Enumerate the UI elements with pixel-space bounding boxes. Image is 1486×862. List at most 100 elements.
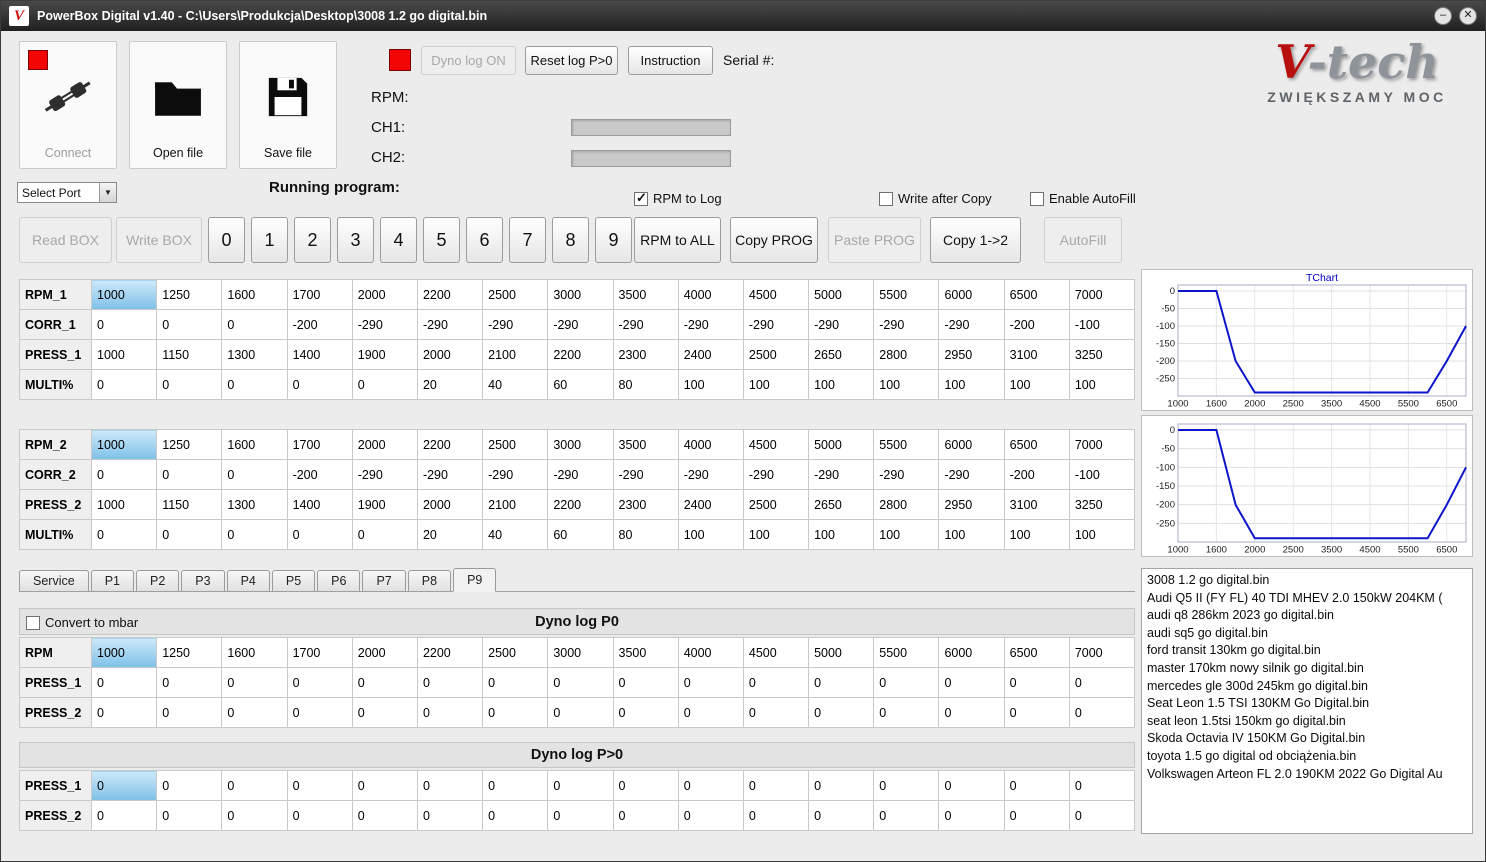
select-port-dropdown[interactable]: Select Port ▼	[17, 182, 117, 203]
grid-cell[interactable]: 100	[808, 519, 875, 550]
grid-cell[interactable]: 3500	[612, 429, 679, 460]
grid-cell[interactable]: 2500	[482, 279, 549, 310]
grid-cell[interactable]: 6500	[1003, 279, 1070, 310]
grid-cell[interactable]: 80	[612, 369, 679, 400]
file-list-item[interactable]: mercedes gle 300d 245km go digital.bin	[1147, 678, 1467, 696]
grid-cell[interactable]: 2200	[416, 637, 484, 668]
grid-cell[interactable]: 100	[873, 519, 940, 550]
write-after-copy-checkbox[interactable]: Write after Copy	[879, 191, 992, 206]
grid-cell[interactable]: -290	[873, 309, 940, 340]
save-file-button[interactable]: Save file	[239, 41, 337, 169]
grid-cell[interactable]: 0	[808, 697, 875, 728]
grid-cell[interactable]: 0	[938, 770, 1005, 801]
copy-prog-button[interactable]: Copy PROG	[730, 217, 818, 263]
grid-cell[interactable]: 100	[873, 369, 940, 400]
grid-cell[interactable]: -290	[351, 309, 418, 340]
tab-p5[interactable]: P5	[271, 570, 316, 591]
grid-cell[interactable]: 2200	[547, 489, 614, 520]
grid-cell[interactable]: 0	[742, 667, 810, 698]
grid-cell[interactable]: 2100	[482, 339, 549, 370]
file-list-item[interactable]: Audi Q5 II (FY FL) 40 TDI MHEV 2.0 150kW…	[1147, 590, 1467, 608]
grid-cell[interactable]: 5500	[873, 279, 940, 310]
grid-cell[interactable]: 1600	[221, 279, 288, 310]
grid-cell[interactable]: 2400	[677, 339, 744, 370]
close-button[interactable]: ✕	[1459, 7, 1477, 25]
grid-cell[interactable]: 3500	[612, 637, 679, 668]
grid-cell[interactable]: 2500	[482, 429, 549, 460]
grid-cell[interactable]: 0	[612, 697, 679, 728]
grid-cell[interactable]: 1900	[351, 489, 418, 520]
grid-cell[interactable]: 0	[221, 459, 288, 490]
dyno-log-on-button[interactable]: Dyno log ON	[421, 46, 516, 75]
file-list-item[interactable]: audi q8 286km 2023 go digital.bin	[1147, 607, 1467, 625]
grid-cell[interactable]: 0	[1068, 697, 1136, 728]
reset-log-button[interactable]: Reset log P>0	[525, 46, 618, 75]
grid-cell[interactable]: 0	[351, 369, 418, 400]
grid-cell[interactable]: 6000	[938, 429, 1005, 460]
grid-cell[interactable]: 1000	[90, 279, 158, 310]
grid-cell[interactable]: 0	[90, 667, 158, 698]
grid-cell[interactable]: 1150	[156, 339, 223, 370]
grid-cell[interactable]: 1400	[286, 339, 353, 370]
grid-cell[interactable]: 3100	[1003, 339, 1070, 370]
grid-cell[interactable]: -290	[351, 459, 418, 490]
grid-cell[interactable]: 2000	[351, 637, 418, 668]
grid-cell[interactable]: 0	[482, 800, 549, 831]
grid-cell[interactable]: 1250	[156, 279, 223, 310]
grid-cell[interactable]: 0	[808, 770, 875, 801]
grid-cell[interactable]: 0	[742, 800, 810, 831]
grid-cell[interactable]: 6500	[1003, 637, 1070, 668]
grid-cell[interactable]: 80	[612, 519, 679, 550]
grid-cell[interactable]: 0	[547, 800, 614, 831]
digit-button-1[interactable]: 1	[251, 217, 288, 263]
grid-cell[interactable]: 3500	[612, 279, 679, 310]
digit-button-8[interactable]: 8	[552, 217, 589, 263]
grid-cell[interactable]: 0	[482, 667, 549, 698]
grid-cell[interactable]: 40	[482, 519, 549, 550]
grid-cell[interactable]: -290	[416, 309, 484, 340]
grid-cell[interactable]: 0	[90, 770, 158, 801]
grid-cell[interactable]: 5000	[808, 429, 875, 460]
grid-cell[interactable]: 5000	[808, 637, 875, 668]
grid-cell[interactable]: 5500	[873, 429, 940, 460]
grid-cell[interactable]: 0	[221, 369, 288, 400]
tab-p1[interactable]: P1	[90, 570, 134, 591]
grid-cell[interactable]: 0	[612, 667, 679, 698]
read-box-button[interactable]: Read BOX	[19, 217, 112, 263]
grid-cell[interactable]: 0	[221, 800, 288, 831]
grid-cell[interactable]: 2500	[742, 339, 810, 370]
grid-cell[interactable]: -290	[742, 459, 810, 490]
grid-cell[interactable]: 3250	[1068, 339, 1136, 370]
tab-p4[interactable]: P4	[226, 570, 270, 591]
grid-cell[interactable]: 0	[156, 697, 223, 728]
grid-cell[interactable]: 0	[416, 697, 484, 728]
grid-cell[interactable]: 2800	[873, 489, 940, 520]
grid-cell[interactable]: 0	[677, 697, 744, 728]
grid-cell[interactable]: 2000	[416, 339, 484, 370]
copy-1-to-2-button[interactable]: Copy 1->2	[930, 217, 1021, 263]
grid-cell[interactable]: 0	[90, 800, 158, 831]
grid-cell[interactable]: 7000	[1068, 429, 1136, 460]
grid-cell[interactable]: 0	[351, 667, 418, 698]
grid-cell[interactable]: 0	[808, 667, 875, 698]
grid-cell[interactable]: 1700	[286, 429, 353, 460]
grid-cell[interactable]: 2000	[351, 429, 418, 460]
digit-button-7[interactable]: 7	[509, 217, 546, 263]
grid-cell[interactable]: 1000	[90, 637, 158, 668]
grid-cell[interactable]: -290	[482, 459, 549, 490]
grid-cell[interactable]: 0	[286, 519, 353, 550]
grid-cell[interactable]: 4000	[677, 429, 744, 460]
grid-cell[interactable]: 0	[938, 667, 1005, 698]
grid-cell[interactable]: 1300	[221, 489, 288, 520]
grid-cell[interactable]: 5500	[873, 637, 940, 668]
grid-cell[interactable]: -100	[1068, 309, 1136, 340]
tab-service[interactable]: Service	[19, 570, 89, 591]
digit-button-9[interactable]: 9	[595, 217, 632, 263]
grid-cell[interactable]: 0	[873, 697, 940, 728]
grid-cell[interactable]: 0	[156, 667, 223, 698]
grid-cell[interactable]: 2400	[677, 489, 744, 520]
file-list-item[interactable]: Seat Leon 1.5 TSI 130KM Go Digital.bin	[1147, 695, 1467, 713]
grid-cell[interactable]: 2950	[938, 489, 1005, 520]
grid-cell[interactable]: 0	[351, 697, 418, 728]
grid-cell[interactable]: 5000	[808, 279, 875, 310]
